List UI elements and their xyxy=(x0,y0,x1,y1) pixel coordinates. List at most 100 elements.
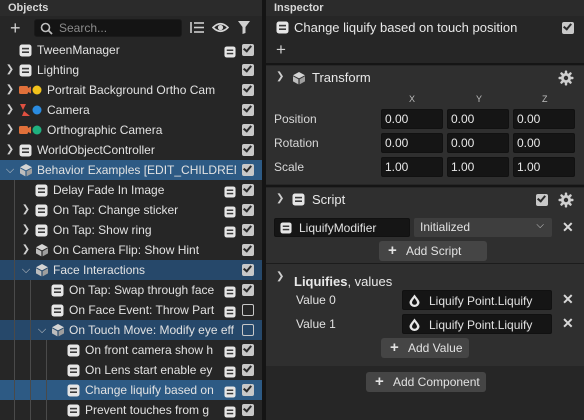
tree-guide-line xyxy=(30,340,31,360)
collapse-chevron-icon[interactable]: ❯ xyxy=(276,71,284,82)
enabled-checkbox[interactable] xyxy=(242,383,254,396)
separator xyxy=(266,63,584,65)
enabled-checkbox[interactable] xyxy=(242,363,254,376)
tree-row[interactable]: Change liquify based on xyxy=(0,380,262,400)
enabled-checkbox[interactable] xyxy=(242,203,254,216)
position-y-field[interactable]: 0.00 xyxy=(447,109,509,129)
script-header[interactable]: ❯ Script xyxy=(266,188,584,212)
objects-search-input[interactable] xyxy=(59,21,177,35)
enabled-checkbox[interactable] xyxy=(242,324,254,336)
position-x-field[interactable]: 0.00 xyxy=(381,109,443,129)
chevron-right-icon[interactable]: ❯ xyxy=(4,100,16,120)
enabled-checkbox[interactable] xyxy=(242,163,254,176)
enabled-checkbox[interactable] xyxy=(242,343,254,356)
scale-z-field[interactable]: 1.00 xyxy=(513,157,575,177)
chevron-right-icon[interactable]: ❯ xyxy=(4,80,16,100)
tree-row[interactable]: ⌵ On Touch Move: Modify eye eff xyxy=(0,320,262,340)
tree-row[interactable]: ❯ On Tap: Change sticker xyxy=(0,200,262,220)
enabled-checkbox[interactable] xyxy=(242,83,254,96)
enabled-checkbox[interactable] xyxy=(242,143,254,156)
script-state-dropdown[interactable]: Initialized ⌵ xyxy=(414,218,552,237)
value-0-field[interactable]: Liquify Point.Liquify xyxy=(402,290,552,310)
remove-value-1-button[interactable]: ✕ xyxy=(562,315,574,332)
add-to-object-button[interactable]: + xyxy=(276,40,286,60)
gear-icon[interactable] xyxy=(558,70,574,86)
chevron-right-icon[interactable]: ❯ xyxy=(20,240,32,260)
tree-row[interactable]: ❯ WorldObjectController xyxy=(0,140,262,160)
chevron-right-icon[interactable]: ❯ xyxy=(4,120,16,140)
sort-hierarchy-icon[interactable] xyxy=(190,20,205,35)
tree-guide-line xyxy=(30,300,31,320)
objects-search-box[interactable] xyxy=(34,19,182,37)
tree-row[interactable]: ❯ Camera xyxy=(0,100,262,120)
rotation-z-field[interactable]: 0.00 xyxy=(513,133,575,153)
add-value-button[interactable]: + Add Value xyxy=(381,338,469,358)
inspector-panel: Inspector Change liquify based on touch … xyxy=(266,0,584,420)
chevron-down-icon[interactable]: ⌵ xyxy=(20,260,32,280)
objects-panel: Objects + TweenManager ❯ Lighting ❯ Portrait… xyxy=(0,0,262,420)
tree-row[interactable]: ⌵ Face Interactions xyxy=(0,260,262,280)
enabled-checkbox[interactable] xyxy=(242,43,254,56)
tree-row[interactable]: Delay Fade In Image xyxy=(0,180,262,200)
liquifies-chevron-icon[interactable]: ❯ xyxy=(276,271,284,282)
tree-row[interactable]: ❯ Orthographic Camera xyxy=(0,120,262,140)
position-z-field[interactable]: 0.00 xyxy=(513,109,575,129)
scale-x-field[interactable]: 1.00 xyxy=(381,157,443,177)
visibility-eye-icon[interactable] xyxy=(212,20,229,35)
tree-row[interactable]: ❯ On Tap: Show ring xyxy=(0,220,262,240)
filter-icon[interactable] xyxy=(237,20,251,35)
transform-header[interactable]: ❯ Transform xyxy=(266,66,584,90)
chevron-right-icon[interactable]: ❯ xyxy=(20,220,32,240)
tree-row[interactable]: On Face Event: Throw Part xyxy=(0,300,262,320)
gear-icon[interactable] xyxy=(558,192,574,208)
chevron-down-icon: ⌵ xyxy=(536,220,544,231)
tree-row[interactable]: On front camera show h xyxy=(0,340,262,360)
add-object-button[interactable]: + xyxy=(10,17,21,39)
enabled-checkbox[interactable] xyxy=(242,223,254,236)
add-component-button[interactable]: + Add Component xyxy=(366,372,486,392)
tree-row-label: Camera xyxy=(47,103,90,117)
tree-row[interactable]: ❯ On Camera Flip: Show Hint xyxy=(0,240,262,260)
enabled-checkbox[interactable] xyxy=(242,304,254,316)
enabled-checkbox[interactable] xyxy=(242,183,254,196)
inspector-object-name[interactable]: Change liquify based on touch position xyxy=(294,20,517,35)
tree-row[interactable]: TweenManager xyxy=(0,40,262,60)
script-asset-field[interactable]: LiquifyModifier xyxy=(274,218,410,237)
script-enabled-checkbox[interactable] xyxy=(536,193,548,206)
tree-guide-line xyxy=(46,400,47,420)
chevron-right-icon[interactable]: ❯ xyxy=(4,60,16,80)
rotation-x-field[interactable]: 0.00 xyxy=(381,133,443,153)
tree-row[interactable]: On Tap: Swap through face xyxy=(0,280,262,300)
enabled-checkbox[interactable] xyxy=(242,263,254,276)
enabled-checkbox[interactable] xyxy=(242,103,254,116)
enabled-checkbox[interactable] xyxy=(242,283,254,296)
chevron-down-icon[interactable]: ⌵ xyxy=(36,320,48,340)
tree-row[interactable]: ⌵ Behavior Examples [EDIT_CHILDREN] xyxy=(0,160,262,180)
tree-row[interactable]: ❯ Lighting xyxy=(0,60,262,80)
script-icon xyxy=(292,193,305,206)
chevron-right-icon[interactable]: ❯ xyxy=(20,200,32,220)
rotation-label: Rotation xyxy=(274,136,319,150)
enabled-checkbox[interactable] xyxy=(242,403,254,416)
enabled-checkbox[interactable] xyxy=(242,123,254,136)
add-script-button[interactable]: + Add Script xyxy=(379,241,487,261)
script-state-value: Initialized xyxy=(420,220,471,234)
tree-row[interactable]: Prevent touches from g xyxy=(0,400,262,420)
remove-value-0-button[interactable]: ✕ xyxy=(562,291,574,308)
object-enabled-checkbox[interactable] xyxy=(562,21,574,34)
chevron-right-icon[interactable]: ❯ xyxy=(4,140,16,160)
tree-row[interactable]: ❯ Portrait Background Ortho Cam xyxy=(0,80,262,100)
rotation-y-field[interactable]: 0.00 xyxy=(447,133,509,153)
scale-y-field[interactable]: 1.00 xyxy=(447,157,509,177)
script-asset-name: LiquifyModifier xyxy=(299,221,377,235)
tree-row-label: WorldObjectController xyxy=(37,143,155,157)
tree-row-label: Prevent touches from g xyxy=(85,403,210,417)
chevron-down-icon[interactable]: ⌵ xyxy=(4,160,16,180)
value-1-field[interactable]: Liquify Point.Liquify xyxy=(402,314,552,334)
tree-row[interactable]: On Lens start enable ey xyxy=(0,360,262,380)
enabled-checkbox[interactable] xyxy=(242,63,254,76)
enabled-checkbox[interactable] xyxy=(242,243,254,256)
collapse-chevron-icon[interactable]: ❯ xyxy=(276,193,284,204)
remove-script-button[interactable]: ✕ xyxy=(562,219,574,236)
liquifies-title: Liquifies, values xyxy=(294,274,392,289)
